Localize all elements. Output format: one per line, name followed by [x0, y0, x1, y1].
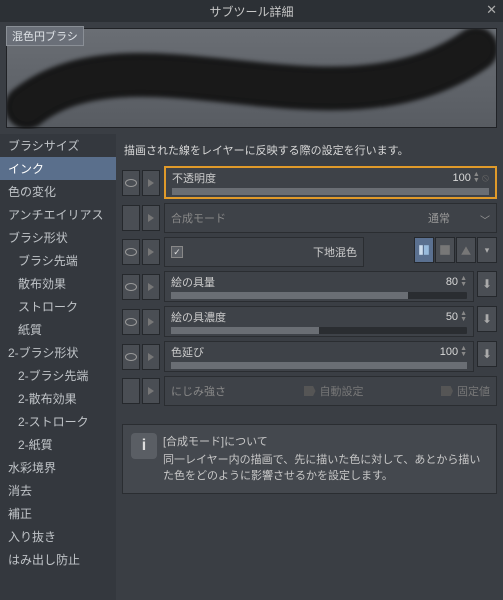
sidebar-item[interactable]: 色の変化	[0, 180, 116, 203]
dynamics-icon[interactable]	[142, 205, 160, 231]
info-body: 同一レイヤー内の描画で、先に描いた色に対して、あとから描いた色をどのように影響さ…	[163, 451, 488, 483]
opacity-label: 不透明度	[172, 170, 216, 186]
paint-amount-field[interactable]: 絵の具量 80 ▲▼	[164, 271, 474, 302]
blend-value: 通常	[428, 210, 450, 226]
category-description: 描画された線をレイヤーに反映する際の設定を行います。	[122, 138, 497, 166]
color-stretch-slider[interactable]	[171, 362, 467, 369]
paint-density-slider[interactable]	[171, 327, 467, 334]
eye-icon[interactable]	[122, 344, 140, 370]
eye-icon[interactable]	[122, 309, 140, 335]
link-icon[interactable]: ⦸	[482, 172, 489, 185]
stepper-icon[interactable]: ▲▼	[460, 276, 467, 288]
download-icon[interactable]: ⬇	[477, 341, 497, 367]
chevron-down-icon: ﹀	[480, 212, 490, 227]
dynamics-icon[interactable]	[142, 309, 160, 335]
stepper-icon[interactable]: ▲▼	[460, 311, 467, 323]
eye-icon[interactable]	[122, 239, 140, 265]
sidebar-item[interactable]: 2-ブラシ形状	[0, 341, 116, 364]
blend-label: 合成モード	[171, 210, 226, 226]
eye-icon[interactable]	[122, 378, 140, 404]
dynamics-icon[interactable]	[142, 170, 160, 196]
mix-mode-3[interactable]	[456, 237, 476, 263]
sidebar-item[interactable]: 2-ブラシ先端	[0, 364, 116, 387]
sidebar-item[interactable]: 紙質	[0, 318, 116, 341]
opacity-slider[interactable]	[172, 188, 489, 195]
opacity-value: 100	[453, 172, 471, 184]
sidebar-item[interactable]: 2-ストローク	[0, 410, 116, 433]
color-stretch-value: 100	[440, 346, 458, 358]
content-panel: 描画された線をレイヤーに反映する際の設定を行います。 不透明度 100 ▲▼ ⦸	[116, 134, 503, 600]
sidebar-item[interactable]: 2-散布効果	[0, 387, 116, 410]
dynamics-icon[interactable]	[142, 239, 160, 265]
info-title: [合成モード]について	[163, 433, 488, 449]
mix-checkbox[interactable]: ✓	[171, 246, 183, 258]
paint-amount-value: 80	[446, 276, 458, 288]
color-stretch-field[interactable]: 色延び 100 ▲▼	[164, 341, 474, 372]
mix-mode-icons: ▾	[414, 237, 497, 267]
dynamics-icon[interactable]	[142, 274, 160, 300]
nijimi-auto-tag[interactable]: 自動設定	[304, 383, 364, 399]
sidebar-item[interactable]: ストローク	[0, 295, 116, 318]
sidebar-item[interactable]: はみ出し防止	[0, 548, 116, 571]
nijimi-field: にじみ強さ 自動設定 固定値	[164, 376, 497, 406]
sidebar-item[interactable]: 水彩境界	[0, 456, 116, 479]
close-icon[interactable]: ✕	[486, 2, 497, 18]
eye-icon[interactable]	[122, 170, 140, 196]
sidebar-item[interactable]: 散布効果	[0, 272, 116, 295]
sidebar-item[interactable]: ブラシ先端	[0, 249, 116, 272]
blend-mode-field[interactable]: 合成モード 通常 ﹀	[164, 203, 497, 233]
paint-amount-slider[interactable]	[171, 292, 467, 299]
sidebar-item[interactable]: ブラシサイズ	[0, 134, 116, 157]
paint-density-value: 50	[446, 311, 458, 323]
eye-icon[interactable]	[122, 205, 140, 231]
dynamics-icon[interactable]	[142, 378, 160, 404]
sidebar-item[interactable]: ブラシ形状	[0, 226, 116, 249]
sidebar-item[interactable]: 2-紙質	[0, 433, 116, 456]
sidebar-item[interactable]: インク	[0, 157, 116, 180]
paint-density-label: 絵の具濃度	[171, 309, 226, 325]
category-sidebar: ブラシサイズインク色の変化アンチエイリアスブラシ形状ブラシ先端散布効果ストローク…	[0, 134, 116, 600]
download-icon[interactable]: ⬇	[477, 306, 497, 332]
titlebar: サブツール詳細 ✕	[0, 0, 503, 22]
stepper-icon[interactable]: ▲▼	[460, 346, 467, 358]
paint-amount-label: 絵の具量	[171, 274, 215, 290]
eye-icon[interactable]	[122, 274, 140, 300]
download-icon[interactable]: ⬇	[477, 271, 497, 297]
sidebar-item[interactable]: 入り抜き	[0, 525, 116, 548]
mix-label: 下地混色	[313, 244, 357, 260]
sidebar-item[interactable]: 補正	[0, 502, 116, 525]
stepper-icon[interactable]: ▲▼	[473, 172, 480, 184]
info-box: i [合成モード]について 同一レイヤー内の描画で、先に描いた色に対して、あとか…	[122, 424, 497, 494]
opacity-field[interactable]: 不透明度 100 ▲▼ ⦸	[164, 166, 497, 199]
sidebar-item[interactable]: 消去	[0, 479, 116, 502]
brush-name-tag: 混色円ブラシ	[6, 26, 84, 46]
color-stretch-label: 色延び	[171, 344, 204, 360]
nijimi-fixed-tag[interactable]: 固定値	[441, 383, 490, 399]
mix-field[interactable]: ✓ 下地混色	[164, 237, 364, 267]
info-icon: i	[131, 433, 157, 459]
window-title: サブツール詳細	[209, 3, 293, 20]
mix-mode-2[interactable]	[435, 237, 455, 263]
sidebar-item[interactable]: アンチエイリアス	[0, 203, 116, 226]
nijimi-label: にじみ強さ	[171, 383, 226, 399]
dynamics-icon[interactable]	[142, 344, 160, 370]
paint-density-field[interactable]: 絵の具濃度 50 ▲▼	[164, 306, 474, 337]
mix-mode-dropdown[interactable]: ▾	[477, 237, 497, 263]
mix-mode-1[interactable]	[414, 237, 434, 263]
